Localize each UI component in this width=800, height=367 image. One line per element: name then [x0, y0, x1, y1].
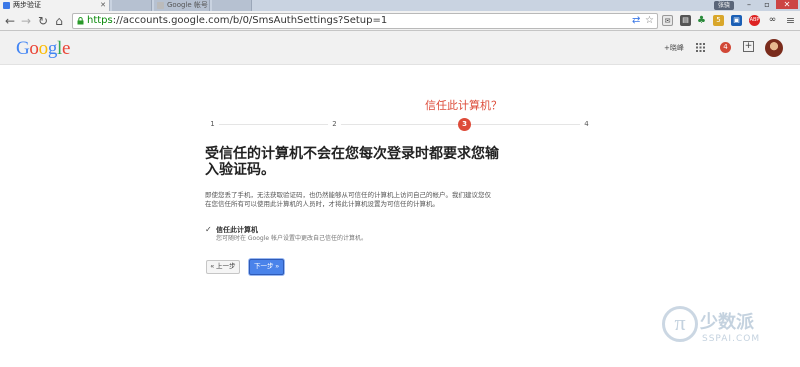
url-path: ://accounts.google.com/b/0/SmsAuthSettin… [112, 15, 388, 26]
tab-title: 两步验证 [13, 1, 41, 9]
google-favicon-icon [3, 2, 10, 9]
google-header: Google +晓峰 4 + [0, 31, 800, 65]
logo-letter: g [47, 38, 58, 59]
step-4-marker: 4 [580, 118, 593, 131]
glasses-extension-icon[interactable]: ∞ [767, 15, 778, 26]
back-arrow-icon[interactable]: ← [3, 13, 17, 29]
page-heading: 受信任的计算机不会在您每次登录时都要求您输入验证码。 [205, 146, 499, 178]
google-logo[interactable]: Google [16, 38, 70, 60]
tab-title: Google 帐号 [167, 1, 208, 9]
step-title: 信任此计算机？ [425, 99, 502, 112]
mail-extension-icon[interactable]: ✉ [662, 15, 673, 26]
logo-letter: o [29, 38, 39, 59]
reload-icon[interactable]: ↻ [36, 13, 50, 29]
step-2-marker: 2 [328, 118, 341, 131]
step-1-marker: 1 [206, 118, 219, 131]
share-plus-icon[interactable]: + [743, 41, 754, 52]
url-text: https://accounts.google.com/b/0/SmsAuthS… [87, 14, 387, 28]
logo-letter: o [38, 38, 49, 59]
tab-two-step-verification[interactable]: 两步验证 ✕ [0, 0, 110, 11]
adblock-plus-icon[interactable]: ABP [749, 15, 760, 26]
browser-toolbar: ← → ↻ ⌂ https://accounts.google.com/b/0/… [0, 11, 800, 31]
sspai-watermark-logo: π [662, 306, 698, 342]
step-progress-line [212, 124, 586, 125]
google-plus-user-link[interactable]: +晓峰 [664, 43, 684, 53]
extension-badge: 5 [716, 16, 721, 24]
tab-new[interactable] [212, 0, 252, 11]
close-tab-icon[interactable]: ✕ [100, 0, 106, 11]
page-favicon-icon [157, 2, 164, 9]
tab-blank[interactable] [112, 0, 152, 11]
home-icon[interactable]: ⌂ [52, 13, 66, 29]
gmail-checker-extension-icon[interactable]: 5 [713, 15, 724, 26]
trust-computer-checkbox[interactable]: ✓ [205, 226, 212, 234]
evernote-extension-icon[interactable]: ♣ [696, 15, 707, 26]
trust-computer-hint: 您可随时在 Google 帐户设置中更改自己信任的计算机。 [216, 235, 367, 242]
apps-grid-icon[interactable] [696, 43, 705, 52]
translate-icon[interactable]: ⇄ [632, 15, 640, 27]
description-text: 即使您丢了手机，无法获取验证码，也仍然能够从可信任的计算机上访问自己的帐户。我们… [205, 191, 491, 208]
lock-icon [77, 17, 84, 25]
step-3-marker: 3 [458, 118, 471, 131]
bookmark-star-icon[interactable]: ☆ [645, 15, 654, 27]
logo-letter: G [16, 38, 30, 59]
minimize-icon[interactable]: – [740, 0, 758, 9]
next-button[interactable]: 下一步 » [249, 259, 284, 275]
logo-letter: e [62, 38, 71, 59]
address-bar[interactable]: https://accounts.google.com/b/0/SmsAuthS… [72, 13, 658, 29]
sspai-watermark-url: SSPAI.COM [702, 334, 761, 344]
tab-strip: 两步验证 ✕ Google 帐号 张骁 – ▫ ✕ [0, 0, 800, 11]
url-scheme: https [87, 15, 113, 26]
adblock-label: ABP [749, 17, 760, 23]
avatar[interactable] [765, 39, 783, 57]
sspai-watermark-text: 少数派 [700, 312, 754, 333]
back-button[interactable]: « 上一步 [206, 260, 240, 274]
close-window-icon[interactable]: ✕ [776, 0, 798, 9]
pocket-extension-icon[interactable]: ▣ [731, 15, 742, 26]
tab-google-account[interactable]: Google 帐号 [154, 0, 210, 11]
chrome-menu-icon[interactable]: ≡ [785, 15, 796, 26]
feedly-extension-icon[interactable]: ▤ [680, 15, 691, 26]
trust-computer-label[interactable]: 信任此计算机 [216, 226, 258, 234]
notification-count-badge[interactable]: 4 [720, 42, 731, 53]
profile-badge[interactable]: 张骁 [713, 1, 734, 10]
forward-arrow-icon[interactable]: → [19, 13, 33, 29]
maximize-icon[interactable]: ▫ [758, 0, 776, 9]
